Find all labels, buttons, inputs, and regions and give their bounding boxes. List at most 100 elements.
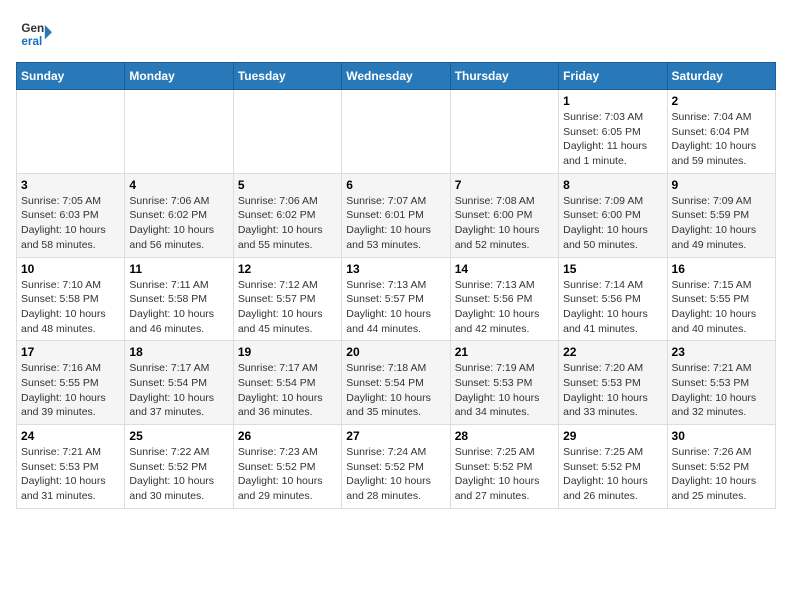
day-info: Sunrise: 7:16 AM Sunset: 5:55 PM Dayligh…: [21, 361, 120, 420]
day-info: Sunrise: 7:13 AM Sunset: 5:56 PM Dayligh…: [455, 278, 554, 337]
calendar-week-row: 10 Sunrise: 7:10 AM Sunset: 5:58 PM Dayli…: [17, 257, 776, 341]
day-number: 2: [672, 94, 771, 108]
svg-text:Gen: Gen: [21, 22, 44, 35]
calendar-cell: 18 Sunrise: 7:17 AM Sunset: 5:54 PM Dayli…: [125, 341, 233, 425]
day-number: 23: [672, 345, 771, 359]
calendar-cell: [342, 90, 450, 174]
day-info: Sunrise: 7:09 AM Sunset: 6:00 PM Dayligh…: [563, 194, 662, 253]
day-number: 14: [455, 262, 554, 276]
day-info: Sunrise: 7:06 AM Sunset: 6:02 PM Dayligh…: [129, 194, 228, 253]
calendar-cell: 27Sunrise: 7:24 AM Sunset: 5:52 PM Dayli…: [342, 425, 450, 509]
calendar-cell: 23 Sunrise: 7:21 AM Sunset: 5:53 PM Dayli…: [667, 341, 775, 425]
day-info: Sunrise: 7:18 AM Sunset: 5:54 PM Dayligh…: [346, 361, 445, 420]
day-info: Sunrise: 7:06 AM Sunset: 6:02 PM Dayligh…: [238, 194, 337, 253]
calendar-header-row: SundayMondayTuesdayWednesdayThursdayFrid…: [17, 63, 776, 90]
day-number: 13: [346, 262, 445, 276]
calendar-cell: [17, 90, 125, 174]
calendar-cell: 15 Sunrise: 7:14 AM Sunset: 5:56 PM Dayli…: [559, 257, 667, 341]
calendar-cell: 5 Sunrise: 7:06 AM Sunset: 6:02 PM Daylig…: [233, 173, 341, 257]
day-number: 25: [129, 429, 228, 443]
day-number: 17: [21, 345, 120, 359]
day-number: 4: [129, 178, 228, 192]
calendar-cell: [125, 90, 233, 174]
day-number: 24: [21, 429, 120, 443]
day-info: Sunrise: 7:22 AM Sunset: 5:52 PM Dayligh…: [129, 445, 228, 504]
weekday-header: Friday: [559, 63, 667, 90]
calendar-cell: 2 Sunrise: 7:04 AM Sunset: 6:04 PM Daylig…: [667, 90, 775, 174]
calendar: SundayMondayTuesdayWednesdayThursdayFrid…: [16, 62, 776, 509]
day-info: Sunrise: 7:13 AM Sunset: 5:57 PM Dayligh…: [346, 278, 445, 337]
svg-text:eral: eral: [21, 35, 42, 48]
day-info: Sunrise: 7:17 AM Sunset: 5:54 PM Dayligh…: [129, 361, 228, 420]
calendar-cell: 22 Sunrise: 7:20 AM Sunset: 5:53 PM Dayli…: [559, 341, 667, 425]
calendar-cell: 19 Sunrise: 7:17 AM Sunset: 5:54 PM Dayli…: [233, 341, 341, 425]
day-number: 28: [455, 429, 554, 443]
calendar-cell: 10 Sunrise: 7:10 AM Sunset: 5:58 PM Dayli…: [17, 257, 125, 341]
calendar-week-row: 24 Sunrise: 7:21 AM Sunset: 5:53 PM Dayli…: [17, 425, 776, 509]
calendar-cell: 6Sunrise: 7:07 AM Sunset: 6:01 PM Daylig…: [342, 173, 450, 257]
header: Gen eral: [16, 16, 776, 52]
day-number: 22: [563, 345, 662, 359]
day-number: 8: [563, 178, 662, 192]
day-number: 27: [346, 429, 445, 443]
day-info: Sunrise: 7:19 AM Sunset: 5:53 PM Dayligh…: [455, 361, 554, 420]
day-number: 12: [238, 262, 337, 276]
weekday-header: Sunday: [17, 63, 125, 90]
day-number: 6: [346, 178, 445, 192]
day-info: Sunrise: 7:21 AM Sunset: 5:53 PM Dayligh…: [672, 361, 771, 420]
weekday-header: Wednesday: [342, 63, 450, 90]
day-info: Sunrise: 7:05 AM Sunset: 6:03 PM Dayligh…: [21, 194, 120, 253]
day-info: Sunrise: 7:17 AM Sunset: 5:54 PM Dayligh…: [238, 361, 337, 420]
calendar-cell: 11 Sunrise: 7:11 AM Sunset: 5:58 PM Dayli…: [125, 257, 233, 341]
day-info: Sunrise: 7:25 AM Sunset: 5:52 PM Dayligh…: [563, 445, 662, 504]
calendar-cell: 9 Sunrise: 7:09 AM Sunset: 5:59 PM Daylig…: [667, 173, 775, 257]
day-number: 19: [238, 345, 337, 359]
day-info: Sunrise: 7:12 AM Sunset: 5:57 PM Dayligh…: [238, 278, 337, 337]
day-info: Sunrise: 7:09 AM Sunset: 5:59 PM Dayligh…: [672, 194, 771, 253]
day-number: 16: [672, 262, 771, 276]
calendar-week-row: 3Sunrise: 7:05 AM Sunset: 6:03 PM Daylig…: [17, 173, 776, 257]
calendar-week-row: 1Sunrise: 7:03 AM Sunset: 6:05 PM Daylig…: [17, 90, 776, 174]
weekday-header: Tuesday: [233, 63, 341, 90]
day-number: 26: [238, 429, 337, 443]
day-info: Sunrise: 7:11 AM Sunset: 5:58 PM Dayligh…: [129, 278, 228, 337]
day-number: 10: [21, 262, 120, 276]
calendar-week-row: 17 Sunrise: 7:16 AM Sunset: 5:55 PM Dayli…: [17, 341, 776, 425]
day-info: Sunrise: 7:14 AM Sunset: 5:56 PM Dayligh…: [563, 278, 662, 337]
day-number: 15: [563, 262, 662, 276]
calendar-cell: 30 Sunrise: 7:26 AM Sunset: 5:52 PM Dayli…: [667, 425, 775, 509]
calendar-cell: 20Sunrise: 7:18 AM Sunset: 5:54 PM Dayli…: [342, 341, 450, 425]
calendar-cell: 14 Sunrise: 7:13 AM Sunset: 5:56 PM Dayli…: [450, 257, 558, 341]
day-number: 30: [672, 429, 771, 443]
calendar-cell: [450, 90, 558, 174]
calendar-cell: 24 Sunrise: 7:21 AM Sunset: 5:53 PM Dayli…: [17, 425, 125, 509]
logo: Gen eral: [16, 16, 58, 52]
day-info: Sunrise: 7:21 AM Sunset: 5:53 PM Dayligh…: [21, 445, 120, 504]
calendar-cell: 28 Sunrise: 7:25 AM Sunset: 5:52 PM Dayli…: [450, 425, 558, 509]
day-info: Sunrise: 7:15 AM Sunset: 5:55 PM Dayligh…: [672, 278, 771, 337]
calendar-cell: 1Sunrise: 7:03 AM Sunset: 6:05 PM Daylig…: [559, 90, 667, 174]
calendar-cell: 26 Sunrise: 7:23 AM Sunset: 5:52 PM Dayli…: [233, 425, 341, 509]
calendar-cell: [233, 90, 341, 174]
calendar-cell: 16 Sunrise: 7:15 AM Sunset: 5:55 PM Dayli…: [667, 257, 775, 341]
day-info: Sunrise: 7:26 AM Sunset: 5:52 PM Dayligh…: [672, 445, 771, 504]
day-info: Sunrise: 7:25 AM Sunset: 5:52 PM Dayligh…: [455, 445, 554, 504]
day-info: Sunrise: 7:04 AM Sunset: 6:04 PM Dayligh…: [672, 110, 771, 169]
calendar-cell: 29Sunrise: 7:25 AM Sunset: 5:52 PM Dayli…: [559, 425, 667, 509]
day-info: Sunrise: 7:23 AM Sunset: 5:52 PM Dayligh…: [238, 445, 337, 504]
calendar-cell: 13 Sunrise: 7:13 AM Sunset: 5:57 PM Dayli…: [342, 257, 450, 341]
day-info: Sunrise: 7:20 AM Sunset: 5:53 PM Dayligh…: [563, 361, 662, 420]
calendar-cell: 12 Sunrise: 7:12 AM Sunset: 5:57 PM Dayli…: [233, 257, 341, 341]
day-number: 18: [129, 345, 228, 359]
logo-icon: Gen eral: [16, 16, 52, 52]
calendar-cell: 7Sunrise: 7:08 AM Sunset: 6:00 PM Daylig…: [450, 173, 558, 257]
day-number: 9: [672, 178, 771, 192]
day-info: Sunrise: 7:10 AM Sunset: 5:58 PM Dayligh…: [21, 278, 120, 337]
weekday-header: Thursday: [450, 63, 558, 90]
day-number: 11: [129, 262, 228, 276]
day-number: 7: [455, 178, 554, 192]
day-number: 5: [238, 178, 337, 192]
calendar-cell: 17 Sunrise: 7:16 AM Sunset: 5:55 PM Dayli…: [17, 341, 125, 425]
calendar-cell: 3Sunrise: 7:05 AM Sunset: 6:03 PM Daylig…: [17, 173, 125, 257]
weekday-header: Monday: [125, 63, 233, 90]
